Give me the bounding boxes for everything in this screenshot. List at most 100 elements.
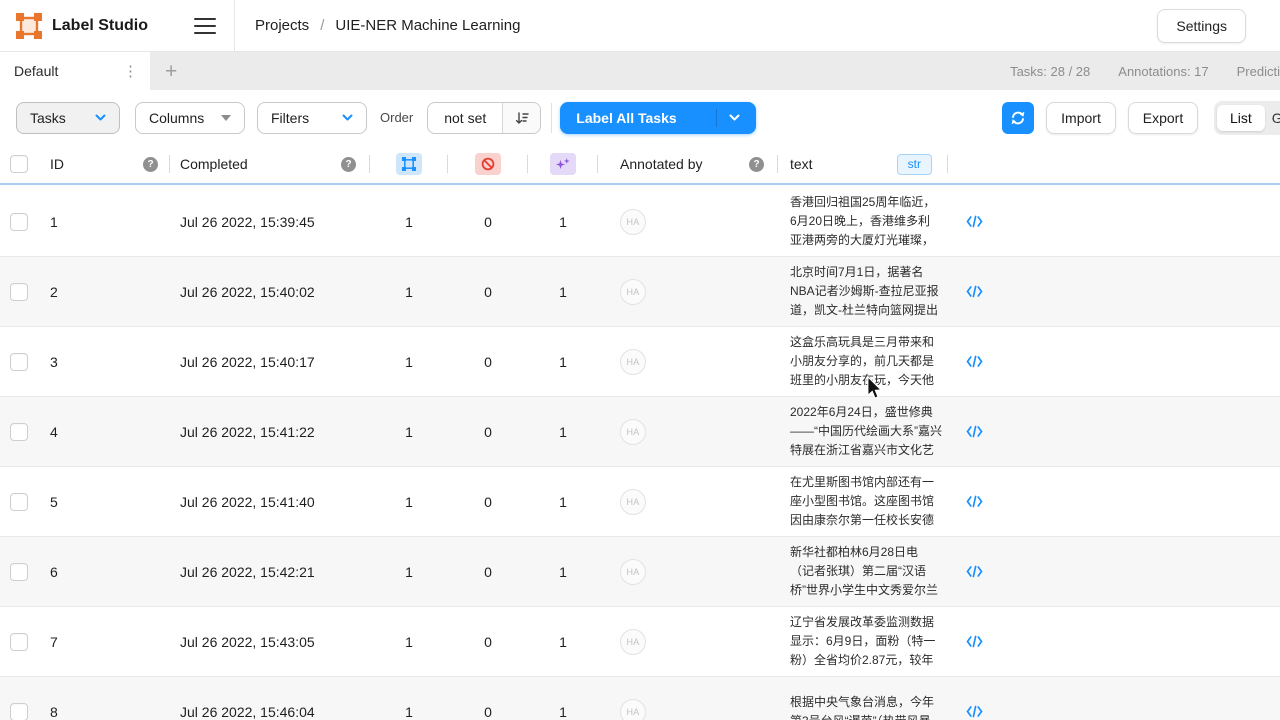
help-icon[interactable] <box>341 157 356 172</box>
task-text: 香港回归祖国25周年临近，6月20日晚上，香港维多利亚港两旁的大厦灯光璀璨， <box>790 193 942 250</box>
tab-options-kebab-icon[interactable]: ⋮ <box>123 64 138 79</box>
row-completed-cell: Jul 26 2022, 15:46:04 <box>170 704 370 720</box>
label-all-tasks-button[interactable]: Label All Tasks <box>560 102 756 134</box>
breadcrumb-projects-link[interactable]: Projects <box>255 17 309 34</box>
source-code-icon[interactable] <box>966 565 983 578</box>
row-completed-cell: Jul 26 2022, 15:41:40 <box>170 494 370 510</box>
filters-dropdown[interactable]: Filters <box>257 102 367 134</box>
app-logo[interactable]: Label Studio <box>16 13 148 39</box>
source-code-icon[interactable] <box>966 215 983 228</box>
row-checkbox[interactable] <box>10 493 28 511</box>
menu-hamburger-icon[interactable] <box>194 18 216 34</box>
row-completed-cell: Jul 26 2022, 15:42:21 <box>170 564 370 580</box>
annotator-avatar[interactable]: HA <box>620 419 646 445</box>
cancelled-count: 0 <box>484 424 492 440</box>
row-id-cell: 3 <box>40 354 170 370</box>
view-list-button[interactable]: List <box>1217 105 1265 131</box>
table-row[interactable]: 2 Jul 26 2022, 15:40:02 1 0 1 HA 北京时间7月1… <box>0 257 1280 327</box>
annotator-avatar[interactable]: HA <box>620 699 646 720</box>
column-header-annotated-by[interactable]: Annotated by <box>598 144 778 184</box>
tab-default-label: Default <box>14 63 58 79</box>
row-checkbox[interactable] <box>10 563 28 581</box>
row-cancelled-cell: 0 <box>448 284 528 300</box>
chip <box>475 153 501 175</box>
annotations-count: 1 <box>405 354 413 370</box>
cancelled-count: 0 <box>484 634 492 650</box>
source-code-icon[interactable] <box>966 425 983 438</box>
row-predictions-cell: 1 <box>528 634 598 650</box>
row-source-cell <box>948 495 1000 508</box>
row-checkbox[interactable] <box>10 353 28 371</box>
row-predictions-cell: 1 <box>528 424 598 440</box>
completed-timestamp: Jul 26 2022, 15:40:02 <box>180 284 315 300</box>
column-header-completed[interactable]: Completed <box>170 144 370 184</box>
caret-down-icon <box>221 115 231 121</box>
toolbar-divider <box>551 103 552 133</box>
row-predictions-cell: 1 <box>528 284 598 300</box>
row-source-cell <box>948 565 1000 578</box>
columns-dropdown[interactable]: Columns <box>135 102 245 134</box>
table-row[interactable]: 1 Jul 26 2022, 15:39:45 1 0 1 HA 香港回归祖国2… <box>0 187 1280 257</box>
annotator-avatar[interactable]: HA <box>620 279 646 305</box>
row-checkbox-cell <box>0 353 40 371</box>
row-checkbox[interactable] <box>10 703 28 720</box>
column-header-total-annotations[interactable] <box>370 144 448 184</box>
annotator-avatar[interactable]: HA <box>620 629 646 655</box>
annotator-avatar[interactable]: HA <box>620 209 646 235</box>
order-value: not set <box>428 110 502 126</box>
table-row[interactable]: 7 Jul 26 2022, 15:43:05 1 0 1 HA 辽宁省发展改革… <box>0 607 1280 677</box>
row-predictions-cell: 1 <box>528 354 598 370</box>
import-button[interactable]: Import <box>1046 102 1116 134</box>
column-header-id[interactable]: ID <box>40 144 170 184</box>
select-all-checkbox[interactable] <box>10 155 28 173</box>
predictions-count: 1 <box>559 564 567 580</box>
annotator-avatar[interactable]: HA <box>620 349 646 375</box>
add-tab-button[interactable]: + <box>165 61 177 82</box>
sort-direction-toggle[interactable] <box>502 102 540 134</box>
tasks-dropdown[interactable]: Tasks <box>16 102 120 134</box>
source-code-icon[interactable] <box>966 705 983 718</box>
table-row[interactable]: 4 Jul 26 2022, 15:41:22 1 0 1 HA 2022年6月… <box>0 397 1280 467</box>
row-checkbox[interactable] <box>10 283 28 301</box>
annotator-avatar[interactable]: HA <box>620 559 646 585</box>
row-checkbox-cell <box>0 703 40 720</box>
column-header-predictions[interactable] <box>528 144 598 184</box>
settings-button[interactable]: Settings <box>1157 9 1246 43</box>
row-checkbox[interactable] <box>10 213 28 231</box>
column-completed-label: Completed <box>180 156 248 172</box>
row-predictions-cell: 1 <box>528 214 598 230</box>
row-checkbox[interactable] <box>10 423 28 441</box>
completed-timestamp: Jul 26 2022, 15:41:40 <box>180 494 315 510</box>
completed-timestamp: Jul 26 2022, 15:46:04 <box>180 704 315 720</box>
row-annotator-cell: HA <box>598 279 778 305</box>
source-code-icon[interactable] <box>966 495 983 508</box>
table-row[interactable]: 3 Jul 26 2022, 15:40:17 1 0 1 HA 这盒乐高玩具是… <box>0 327 1280 397</box>
view-grid-button[interactable]: G <box>1272 110 1280 126</box>
source-code-icon[interactable] <box>966 355 983 368</box>
source-code-icon[interactable] <box>966 285 983 298</box>
tab-default[interactable]: Default ⋮ <box>0 52 150 90</box>
row-checkbox[interactable] <box>10 633 28 651</box>
row-annotator-cell: HA <box>598 209 778 235</box>
table-row[interactable]: 8 Jul 26 2022, 15:46:04 1 0 1 HA 根据中央气象台… <box>0 677 1280 720</box>
help-icon[interactable] <box>749 157 764 172</box>
label-all-tasks-label: Label All Tasks <box>576 110 676 126</box>
button-separator <box>716 109 717 127</box>
refresh-button[interactable] <box>1002 102 1034 134</box>
table-row[interactable]: 6 Jul 26 2022, 15:42:21 1 0 1 HA 新华社都柏林6… <box>0 537 1280 607</box>
column-header-cancelled-annotations[interactable] <box>448 144 528 184</box>
row-id-cell: 7 <box>40 634 170 650</box>
export-button[interactable]: Export <box>1128 102 1198 134</box>
help-icon[interactable] <box>143 157 158 172</box>
row-text-cell: 根据中央气象台消息，今年第3号台风“暹芭”（热带风暴 <box>778 693 948 720</box>
tasks-dropdown-label: Tasks <box>30 110 66 126</box>
row-text-cell: 这盒乐高玩具是三月带来和小朋友分享的，前几天都是班里的小朋友在玩，今天他 <box>778 333 948 390</box>
source-code-icon[interactable] <box>966 635 983 648</box>
task-text: 辽宁省发展改革委监测数据显示：6月9日，面粉（特一粉）全省均价2.87元，较年 <box>790 613 942 670</box>
annotator-avatar[interactable]: HA <box>620 489 646 515</box>
table-row[interactable]: 5 Jul 26 2022, 15:41:40 1 0 1 HA 在尤里斯图书馆… <box>0 467 1280 537</box>
column-header-text[interactable]: text str <box>778 144 948 184</box>
order-button[interactable]: not set <box>427 102 541 134</box>
chevron-down-icon <box>342 114 353 121</box>
row-completed-cell: Jul 26 2022, 15:39:45 <box>170 214 370 230</box>
